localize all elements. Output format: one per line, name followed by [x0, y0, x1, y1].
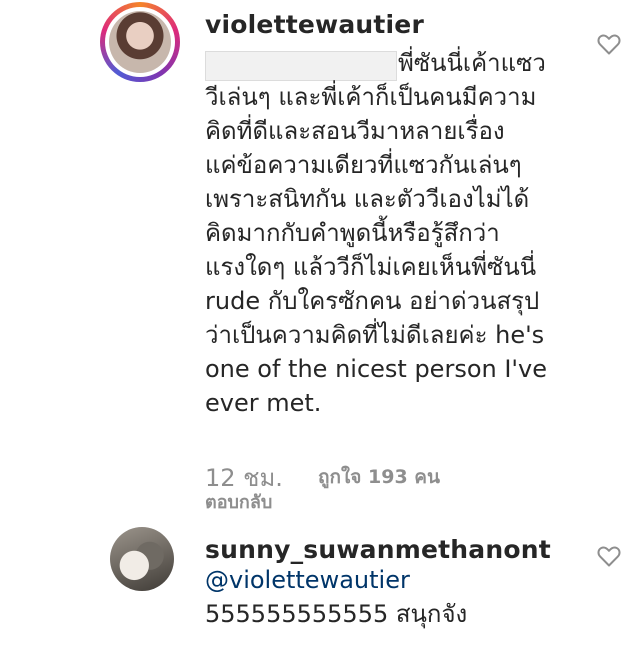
reply-button[interactable]: ตอบกลับ — [205, 487, 272, 516]
heart-icon[interactable] — [597, 33, 621, 55]
comment-text: 555555555555 สนุกจัง — [205, 600, 468, 628]
mention-link[interactable]: @violettewautier — [205, 563, 575, 597]
comment-username[interactable]: violettewautier — [205, 10, 424, 39]
redacted-mention — [205, 51, 397, 81]
comment-username[interactable]: sunny_suwanmethanont — [205, 535, 551, 564]
avatar[interactable] — [109, 11, 171, 73]
comment-likes[interactable]: ถูกใจ 193 คน — [318, 462, 440, 492]
comment-text: วีเล่นๆ และพี่เค้าก็เป็นคนมีความ คิดที่ด… — [205, 83, 547, 417]
avatar[interactable] — [110, 527, 174, 591]
heart-icon[interactable] — [597, 545, 621, 567]
comment-first-line: พี่ซันนี่เค้าแซว — [398, 49, 546, 77]
story-ring[interactable] — [100, 2, 180, 82]
